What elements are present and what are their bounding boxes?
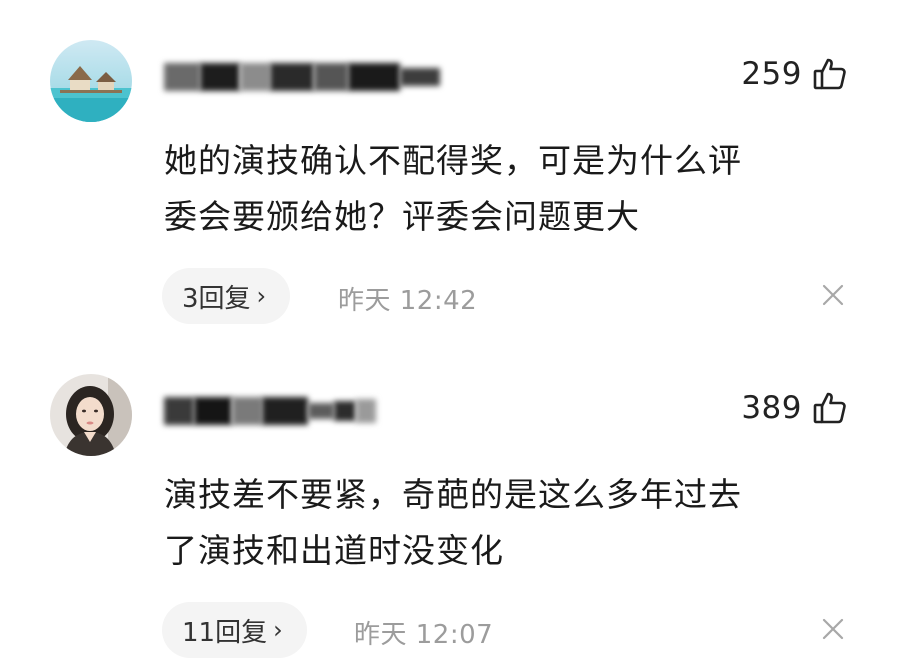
thumbs-up-icon[interactable] [812,390,848,426]
blurred-name-segment [194,397,232,425]
comment-text-line: 她的演技确认不配得奖，可是为什么评 [164,141,742,180]
blurred-name-segment [270,63,314,91]
like-count: 259 [741,56,802,92]
like-count: 389 [741,390,802,426]
blurred-name-segment [164,63,200,91]
replies-button[interactable]: 11回复 › [162,602,307,658]
username-blurred[interactable] [164,392,376,430]
blurred-name-segment [164,397,194,425]
blurred-name-segment [262,397,308,425]
blurred-name-segment [200,63,240,91]
blurred-name-segment [348,63,400,91]
replies-button[interactable]: 3回复 › [162,268,291,324]
avatar[interactable] [50,374,132,456]
replies-count: 11回复 [182,617,268,648]
chevron-right-icon: › [256,282,267,310]
avatar[interactable] [50,40,132,122]
blurred-name-segment [240,63,270,91]
comment-text: 演技差不要紧，奇葩的是这么多年过去 了演技和出道时没变化 [164,467,854,579]
comment-text: 她的演技确认不配得奖，可是为什么评 委会要颁给她？评委会问题更大 [164,133,854,245]
blurred-name-segment [314,63,348,91]
like-button[interactable]: 389 [741,390,848,426]
replies-count: 3回复 [182,283,251,314]
blurred-name-segment [232,397,262,425]
blurred-name-segment [356,399,376,423]
blurred-name-segment [334,401,356,421]
comment-text-line: 演技差不要紧，奇葩的是这么多年过去 [164,475,742,514]
comment-timestamp: 昨天 12:07 [354,620,494,650]
comment-item: 389 演技差不要紧，奇葩的是这么多年过去 了演技和出道时没变化 11回复 › … [0,330,900,658]
chevron-right-icon: › [273,616,283,644]
like-button[interactable]: 259 [741,56,848,92]
username-blurred[interactable] [164,58,440,96]
comment-timestamp: 昨天 12:42 [338,286,478,316]
blurred-name-segment [400,68,440,86]
close-icon[interactable] [822,284,844,306]
blurred-name-segment [308,403,334,419]
thumbs-up-icon[interactable] [812,56,848,92]
comment-text-line: 委会要颁给她？评委会问题更大 [164,197,640,236]
close-icon[interactable] [822,618,844,640]
comment-text-line: 了演技和出道时没变化 [164,531,504,570]
comment-item: 259 她的演技确认不配得奖，可是为什么评 委会要颁给她？评委会问题更大 3回复… [0,0,900,330]
